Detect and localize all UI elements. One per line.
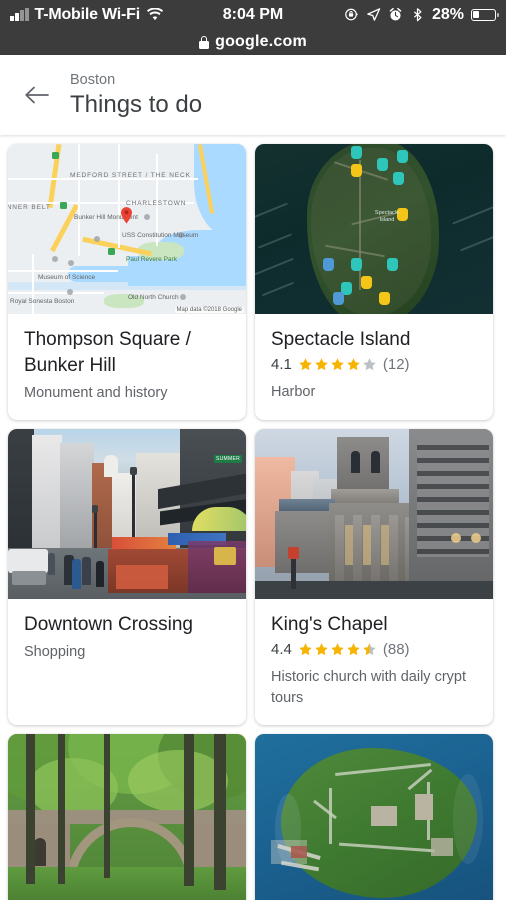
fort-island-thumbnail	[255, 734, 493, 900]
review-count: (12)	[382, 356, 410, 373]
star-rating-icon	[298, 642, 377, 657]
rating-row: 4.1 (12)	[271, 356, 477, 373]
street-scene-thumbnail: SUMMER	[8, 429, 246, 599]
lock-icon	[199, 35, 210, 49]
battery-icon	[471, 8, 499, 21]
battery-percentage: 28%	[431, 5, 464, 23]
browser-url-bar[interactable]: google.com	[10, 29, 496, 55]
status-bar-left: T-Mobile Wi-Fi	[10, 6, 164, 24]
place-description: Shopping	[24, 644, 86, 660]
status-bar-row-primary: T-Mobile Wi-Fi 8:04 PM 28%	[10, 0, 499, 29]
place-card-park-bridge[interactable]	[8, 734, 246, 900]
location-arrow-icon	[366, 7, 381, 22]
place-name: King's Chapel	[271, 614, 388, 635]
carrier-label: T-Mobile Wi-Fi	[34, 5, 141, 23]
status-bar-right: 28%	[344, 5, 499, 24]
alarm-clock-icon	[388, 7, 403, 22]
star-rating-icon	[298, 357, 377, 372]
map-label: Old North Church	[128, 294, 179, 301]
rating-value: 4.4	[271, 641, 292, 658]
signal-bars-icon	[10, 7, 29, 21]
page-title: Things to do	[70, 91, 203, 118]
map-label: CHARLESTOWN	[126, 200, 187, 207]
header-subtitle: Boston	[70, 72, 116, 88]
place-card-fort-island[interactable]	[255, 734, 493, 900]
card-body: Downtown Crossing Shopping	[8, 599, 246, 679]
place-description: Monument and history	[24, 385, 168, 401]
place-description: Harbor	[271, 384, 316, 400]
review-count: (88)	[382, 641, 410, 658]
wifi-icon	[146, 6, 164, 22]
map-label: Museum of Science	[38, 274, 96, 281]
street-sign: SUMMER	[214, 455, 243, 463]
back-button[interactable]	[14, 72, 60, 118]
map-attribution: Map data ©2018 Google	[174, 307, 244, 313]
map-label: Spectacle Island	[374, 210, 400, 223]
map-label: INNER BELT	[8, 204, 51, 211]
url-text: google.com	[215, 33, 307, 50]
place-name: Spectacle Island	[271, 329, 411, 350]
status-bar: T-Mobile Wi-Fi 8:04 PM 28% google.com	[0, 0, 506, 55]
map-label: MEDFORD STREET / THE NECK	[70, 172, 191, 179]
card-body: Thompson Square / Bunker Hill Monument a…	[8, 314, 246, 420]
card-body: King's Chapel 4.4 (88) Historic church w…	[255, 599, 493, 725]
place-card-downtown-crossing[interactable]: SUMMER Downtown Crossing Shopping	[8, 429, 246, 725]
things-to-do-list[interactable]: MEDFORD STREET / THE NECK CHARLESTOWN IN…	[0, 135, 506, 900]
map-pin-icon	[120, 206, 133, 224]
place-card-thompson-square-bunker-hill[interactable]: MEDFORD STREET / THE NECK CHARLESTOWN IN…	[8, 144, 246, 420]
card-body: Spectacle Island 4.1 (12) Harbor	[255, 314, 493, 419]
map-label: USS Constitution Museum	[122, 232, 199, 239]
back-arrow-icon	[24, 85, 50, 105]
satellite-island-thumbnail: Spectacle Island	[255, 144, 493, 314]
place-name: Thompson Square / Bunker Hill	[24, 329, 191, 376]
place-name: Downtown Crossing	[24, 614, 193, 635]
map-label: Royal Sonesta Boston	[10, 298, 75, 305]
place-description: Historic church with daily crypt tours	[271, 669, 466, 706]
bluetooth-icon	[410, 7, 425, 22]
card-grid: MEDFORD STREET / THE NECK CHARLESTOWN IN…	[8, 144, 498, 900]
rating-row: 4.4 (88)	[271, 641, 477, 658]
place-card-kings-chapel[interactable]: King's Chapel 4.4 (88) Historic church w…	[255, 429, 493, 725]
map-thumbnail: MEDFORD STREET / THE NECK CHARLESTOWN IN…	[8, 144, 246, 314]
church-photo-thumbnail	[255, 429, 493, 599]
rotation-lock-icon	[344, 7, 359, 22]
park-bridge-thumbnail	[8, 734, 246, 900]
header-titles: Boston Things to do	[60, 70, 202, 120]
app-header: Boston Things to do	[0, 55, 506, 135]
place-card-spectacle-island[interactable]: Spectacle Island Spectacle Island 4.1 (1…	[255, 144, 493, 420]
map-label: Paul Revere Park	[126, 256, 177, 263]
rating-value: 4.1	[271, 356, 292, 373]
